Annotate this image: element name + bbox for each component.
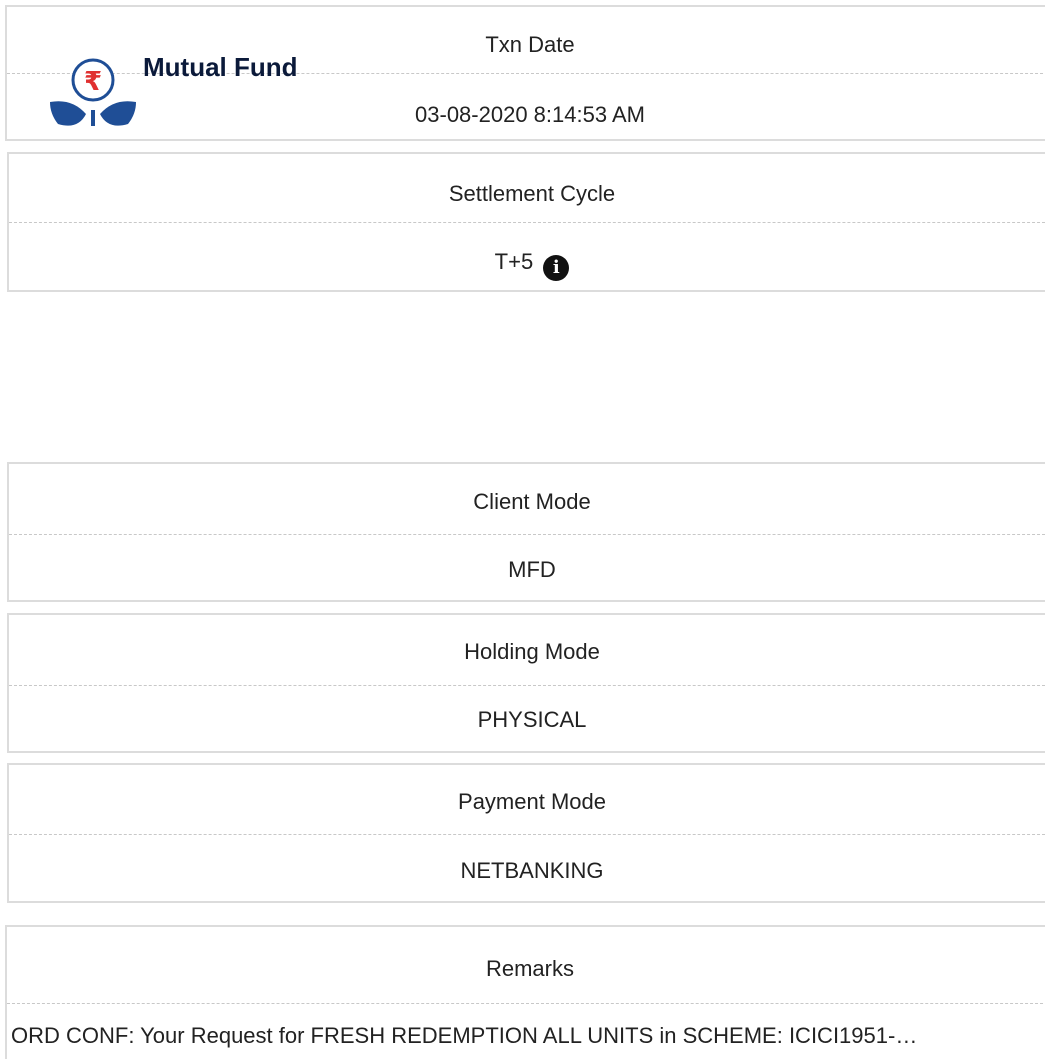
remarks-value: ORD CONF: Your Request for FRESH REDEMPT… bbox=[11, 1023, 918, 1048]
divider bbox=[9, 834, 1045, 835]
holding-mode-card: Holding Mode PHYSICAL bbox=[7, 613, 1045, 753]
payment-mode-card: Payment Mode NETBANKING bbox=[7, 763, 1045, 903]
settlement-cycle-label: Settlement Cycle bbox=[448, 181, 616, 206]
divider bbox=[9, 222, 1045, 223]
brand-name: Mutual Fund bbox=[143, 52, 298, 82]
divider bbox=[9, 685, 1045, 686]
info-icon[interactable]: i bbox=[543, 255, 570, 281]
payment-mode-label: Payment Mode bbox=[458, 789, 606, 814]
divider bbox=[7, 1003, 1045, 1004]
svg-text:₹: ₹ bbox=[84, 67, 102, 97]
txn-date-value: 03-08-2020 8:14:53 AM bbox=[415, 102, 645, 127]
remarks-card: Remarks ORD CONF: Your Request for FRESH… bbox=[5, 925, 1045, 1059]
settlement-cycle-card: Settlement Cycle T+5 i bbox=[7, 152, 1045, 292]
rupee-plant-icon: ₹ bbox=[50, 58, 136, 126]
remarks-label: Remarks bbox=[485, 956, 574, 981]
client-mode-label: Client Mode bbox=[473, 489, 591, 514]
holding-mode-value: PHYSICAL bbox=[477, 707, 587, 732]
holding-mode-label: Holding Mode bbox=[464, 639, 600, 664]
transaction-details-page: Txn Date 03-08-2020 8:14:53 AM ₹ Mutual … bbox=[0, 0, 1045, 1059]
payment-mode-value: NETBANKING bbox=[460, 858, 604, 883]
divider bbox=[9, 534, 1045, 535]
client-mode-value: MFD bbox=[508, 557, 556, 582]
client-mode-card: Client Mode MFD bbox=[7, 462, 1045, 602]
settlement-cycle-value-row: T+5 i bbox=[9, 249, 1045, 281]
settlement-cycle-value: T+5 bbox=[494, 249, 534, 274]
